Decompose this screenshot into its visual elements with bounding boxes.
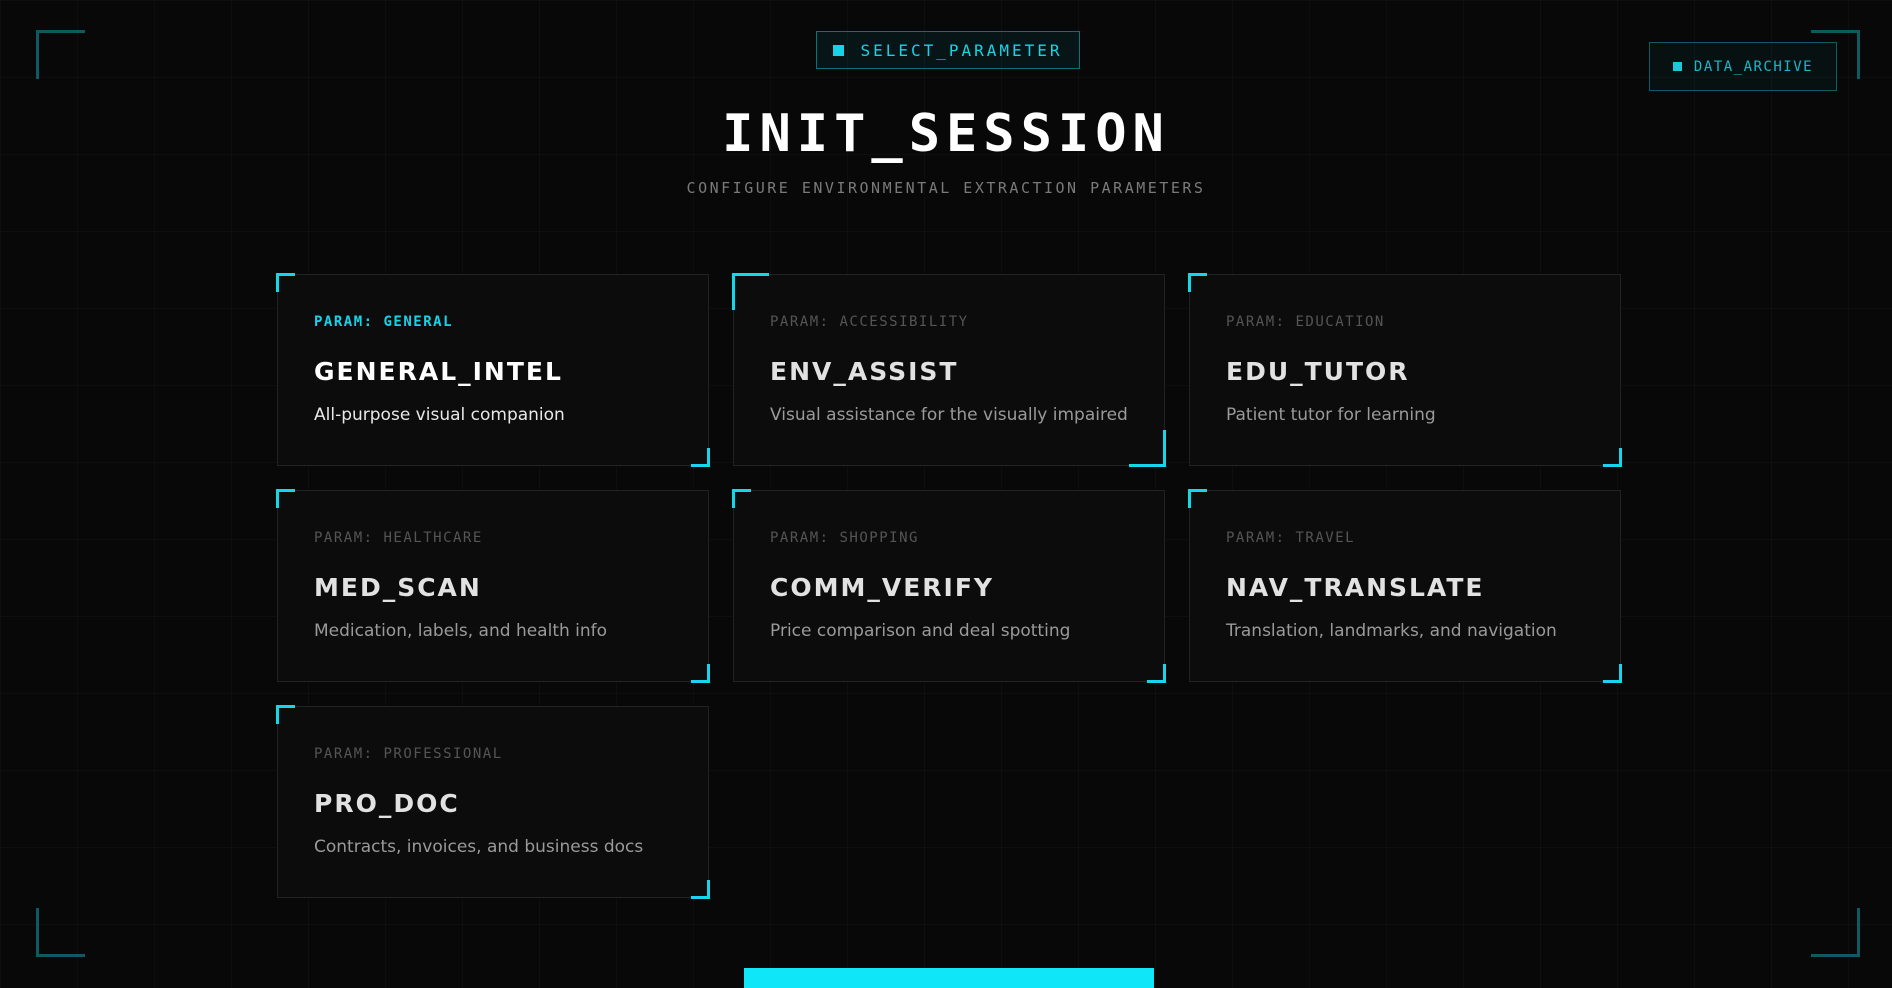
card-corner-bracket xyxy=(1603,448,1622,467)
card-corner-bracket xyxy=(1603,664,1622,683)
card-corner-bracket xyxy=(1188,489,1207,508)
frame-corner-bottom-left xyxy=(36,908,85,957)
card-description: Translation, landmarks, and navigation xyxy=(1226,621,1557,641)
card-description: Contracts, invoices, and business docs xyxy=(314,837,644,857)
square-icon xyxy=(833,44,845,56)
card-corner-bracket xyxy=(1147,664,1166,683)
card-name: MED_SCAN xyxy=(314,573,482,602)
data-archive-label: DATA_ARCHIVE xyxy=(1693,58,1814,75)
card-comm-verify[interactable]: PARAM: SHOPPING COMM_VERIFY Price compar… xyxy=(732,489,1166,683)
card-param: PARAM: PROFESSIONAL xyxy=(314,746,503,762)
card-corner-bracket xyxy=(1129,430,1166,467)
card-pro-doc[interactable]: PARAM: PROFESSIONAL PRO_DOC Contracts, i… xyxy=(276,705,710,899)
card-param: PARAM: ACCESSIBILITY xyxy=(770,314,969,330)
card-corner-bracket xyxy=(276,273,295,292)
card-corner-bracket xyxy=(732,273,769,310)
confirm-button[interactable] xyxy=(744,968,1154,988)
card-med-scan[interactable]: PARAM: HEALTHCARE MED_SCAN Medication, l… xyxy=(276,489,710,683)
page-subtitle: CONFIGURE ENVIRONMENTAL EXTRACTION PARAM… xyxy=(686,179,1206,197)
card-edu-tutor[interactable]: PARAM: EDUCATION EDU_TUTOR Patient tutor… xyxy=(1188,273,1622,467)
card-description: Medication, labels, and health info xyxy=(314,621,608,641)
card-env-assist[interactable]: PARAM: ACCESSIBILITY ENV_ASSIST Visual a… xyxy=(732,273,1166,467)
card-corner-bracket xyxy=(691,880,710,899)
card-name: COMM_VERIFY xyxy=(770,573,995,602)
card-corner-bracket xyxy=(1188,273,1207,292)
card-name: PRO_DOC xyxy=(314,789,460,818)
card-description: Visual assistance for the visually impai… xyxy=(770,405,1128,425)
card-param: PARAM: TRAVEL xyxy=(1226,530,1356,546)
card-name: ENV_ASSIST xyxy=(770,357,959,386)
page-title: INIT_SESSION xyxy=(722,104,1170,164)
card-description: Patient tutor for learning xyxy=(1226,405,1436,425)
card-param: PARAM: SHOPPING xyxy=(770,530,919,546)
card-name: GENERAL_INTEL xyxy=(314,357,563,386)
card-corner-bracket xyxy=(276,705,295,724)
square-icon xyxy=(1672,62,1682,71)
card-corner-bracket xyxy=(691,448,710,467)
card-corner-bracket xyxy=(691,664,710,683)
card-param: PARAM: EDUCATION xyxy=(1226,314,1385,330)
card-nav-translate[interactable]: PARAM: TRAVEL NAV_TRANSLATE Translation,… xyxy=(1188,489,1622,683)
card-corner-bracket xyxy=(732,489,751,508)
card-param: PARAM: HEALTHCARE xyxy=(314,530,483,546)
card-corner-bracket xyxy=(276,489,295,508)
frame-corner-bottom-right xyxy=(1811,908,1860,957)
card-param: PARAM: GENERAL xyxy=(314,314,454,330)
select-parameter-badge: SELECT_PARAMETER xyxy=(816,31,1080,69)
badge-label: SELECT_PARAMETER xyxy=(860,40,1063,60)
card-name: EDU_TUTOR xyxy=(1226,357,1410,386)
data-archive-button[interactable]: DATA_ARCHIVE xyxy=(1649,42,1837,91)
frame-corner-top-left xyxy=(36,30,85,79)
card-description: Price comparison and deal spotting xyxy=(770,621,1071,641)
card-name: NAV_TRANSLATE xyxy=(1226,573,1485,602)
card-general-intel[interactable]: PARAM: GENERAL GENERAL_INTEL All-purpose… xyxy=(276,273,710,467)
card-description: All-purpose visual companion xyxy=(314,405,565,425)
